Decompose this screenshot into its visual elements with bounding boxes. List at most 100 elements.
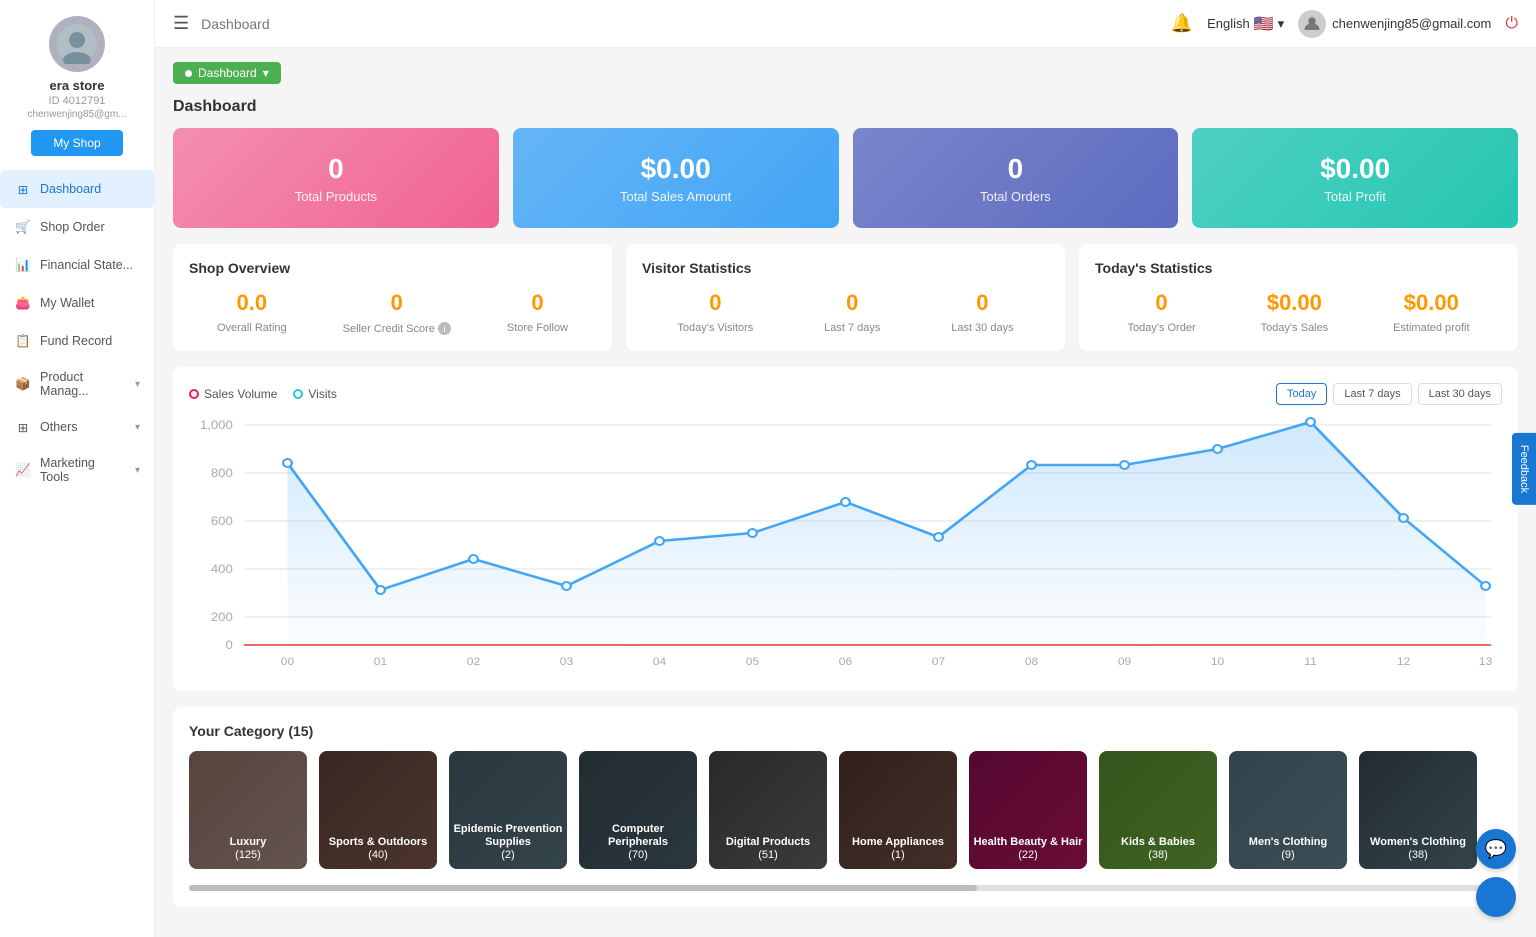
sidebar-item-financial-state[interactable]: 📊 Financial State... (0, 246, 154, 284)
last30-value: 0 (976, 290, 988, 316)
sidebar-item-shop-order[interactable]: 🛒 Shop Order (0, 208, 154, 246)
sidebar-item-product-manage[interactable]: 📦 Product Manag... ▾ (0, 360, 154, 408)
category-card-epidemic[interactable]: Epidemic Prevention Supplies (2) (449, 751, 567, 869)
svg-text:02: 02 (467, 656, 480, 667)
info-icon: i (438, 322, 451, 335)
sidebar-nav: ⊞ Dashboard 🛒 Shop Order 📊 Financial Sta… (0, 170, 154, 494)
grid-icon: ⊞ (14, 180, 32, 198)
overview-row: Shop Overview 0.0 Overall Rating 0 Selle… (173, 244, 1518, 351)
visitor-stats: 0 Today's Visitors 0 Last 7 days 0 Last … (642, 290, 1049, 334)
stat-card-products: 0 Total Products (173, 128, 499, 228)
seller-credit-stat: 0 Seller Credit Score i (343, 290, 451, 335)
category-title: Your Category (15) (189, 723, 1502, 739)
topbar-title: Dashboard (201, 16, 1159, 32)
category-scroll[interactable]: Luxury (125) Sports & Outdoors (40) Epid… (189, 751, 1502, 877)
total-profit-label: Total Profit (1324, 189, 1385, 204)
last30-stat: 0 Last 30 days (951, 290, 1013, 334)
category-card-digital[interactable]: Digital Products (51) (709, 751, 827, 869)
chat-button-1[interactable]: 💬 (1476, 829, 1516, 869)
my-shop-button[interactable]: My Shop (31, 130, 122, 156)
todays-stats-title: Today's Statistics (1095, 260, 1502, 276)
seller-credit-value: 0 (391, 290, 403, 316)
chart-panel: Sales Volume Visits Today Last 7 days La… (173, 367, 1518, 691)
chevron-down-icon: ▾ (135, 465, 140, 476)
user-menu[interactable]: chenwenjing85@gmail.com (1298, 10, 1491, 38)
svg-text:03: 03 (560, 656, 573, 667)
cart-icon: 🛒 (14, 218, 32, 236)
bell-icon[interactable]: 🔔 (1171, 13, 1193, 34)
svg-text:1,000: 1,000 (200, 419, 233, 432)
todays-stats: 0 Today's Order $0.00 Today's Sales $0.0… (1095, 290, 1502, 334)
todays-sales-value: $0.00 (1267, 290, 1322, 316)
category-card-womens[interactable]: Women's Clothing (38) (1359, 751, 1477, 869)
category-name-home: Home Appliances (852, 836, 944, 849)
category-name-computer: Computer Peripherals (583, 823, 693, 849)
category-count-womens: (38) (1408, 849, 1428, 861)
category-count-sports: (40) (368, 849, 388, 861)
svg-text:05: 05 (746, 656, 759, 667)
category-card-mens[interactable]: Men's Clothing (9) (1229, 751, 1347, 869)
category-count-computer: (70) (628, 849, 648, 861)
language-selector[interactable]: English 🇺🇸 ▾ (1207, 14, 1284, 34)
svg-text:13: 13 (1479, 656, 1492, 667)
last30-label: Last 30 days (951, 322, 1013, 334)
chart-area: 1,000 800 600 400 200 0 00 01 02 03 04 0… (189, 415, 1502, 675)
category-count-epidemic: (2) (501, 849, 514, 861)
category-card-sports[interactable]: Sports & Outdoors (40) (319, 751, 437, 869)
sales-legend-label: Sales Volume (204, 387, 277, 401)
sidebar-item-dashboard[interactable]: ⊞ Dashboard (0, 170, 154, 208)
category-card-health[interactable]: Health Beauty & Hair (22) (969, 751, 1087, 869)
sidebar-item-marketing-tools[interactable]: 📈 Marketing Tools ▾ (0, 446, 154, 494)
hamburger-icon[interactable]: ☰ (173, 13, 189, 34)
svg-text:10: 10 (1211, 656, 1224, 667)
topbar-right: 🔔 English 🇺🇸 ▾ chenwenjing85@gmail.com ⏻ (1171, 10, 1518, 38)
last7-stat: 0 Last 7 days (824, 290, 880, 334)
chart-legend: Sales Volume Visits (189, 387, 337, 401)
estimated-profit-stat: $0.00 Estimated profit (1393, 290, 1469, 334)
last7-value: 0 (846, 290, 858, 316)
wallet-icon: 👛 (14, 294, 32, 312)
category-card-home[interactable]: Home Appliances (1) (839, 751, 957, 869)
todays-visitors-value: 0 (709, 290, 721, 316)
fund-icon: 📋 (14, 332, 32, 350)
chart-btn-today[interactable]: Today (1276, 383, 1327, 405)
legend-sales: Sales Volume (189, 387, 277, 401)
category-card-computer[interactable]: Computer Peripherals (70) (579, 751, 697, 869)
page-content: Dashboard ▾ Dashboard 0 Total Products $… (155, 48, 1536, 937)
svg-text:08: 08 (1025, 656, 1038, 667)
todays-sales-label: Today's Sales (1261, 322, 1329, 334)
overall-rating-label: Overall Rating (217, 322, 287, 334)
category-name-sports: Sports & Outdoors (329, 836, 427, 849)
svg-text:600: 600 (211, 515, 233, 528)
svg-text:12: 12 (1397, 656, 1410, 667)
category-card-kids[interactable]: Kids & Babies (38) (1099, 751, 1217, 869)
category-name-kids: Kids & Babies (1121, 836, 1195, 849)
svg-text:0: 0 (225, 639, 232, 652)
breadcrumb-tag: Dashboard ▾ (173, 62, 281, 84)
total-orders-value: 0 (1008, 153, 1024, 185)
sales-legend-dot (189, 389, 199, 399)
todays-visitors-label: Today's Visitors (677, 322, 753, 334)
category-count-mens: (9) (1281, 849, 1294, 861)
svg-text:04: 04 (653, 656, 667, 667)
svg-text:01: 01 (374, 656, 387, 667)
feedback-widget[interactable]: Feedback (1512, 432, 1536, 504)
sidebar-item-others[interactable]: ⊞ Others ▾ (0, 408, 154, 446)
svg-text:00: 00 (281, 656, 294, 667)
chart-btn-last7[interactable]: Last 7 days (1333, 383, 1411, 405)
sidebar-item-fund-record[interactable]: 📋 Fund Record (0, 322, 154, 360)
svg-text:07: 07 (932, 656, 945, 667)
sidebar-item-my-wallet[interactable]: 👛 My Wallet (0, 284, 154, 322)
category-name-health: Health Beauty & Hair (974, 836, 1083, 849)
todays-sales-stat: $0.00 Today's Sales (1261, 290, 1329, 334)
chat-button-2[interactable]: 👤 (1476, 877, 1516, 917)
chart-btn-last30[interactable]: Last 30 days (1418, 383, 1502, 405)
category-scrollbar[interactable] (189, 885, 1502, 891)
logout-icon[interactable]: ⏻ (1505, 15, 1518, 33)
category-card-luxury[interactable]: Luxury (125) (189, 751, 307, 869)
breadcrumb-label: Dashboard (198, 66, 257, 80)
bar-chart-icon: 📊 (14, 256, 32, 274)
store-follow-label: Store Follow (507, 322, 568, 334)
total-products-label: Total Products (295, 189, 377, 204)
stat-card-orders: 0 Total Orders (853, 128, 1179, 228)
